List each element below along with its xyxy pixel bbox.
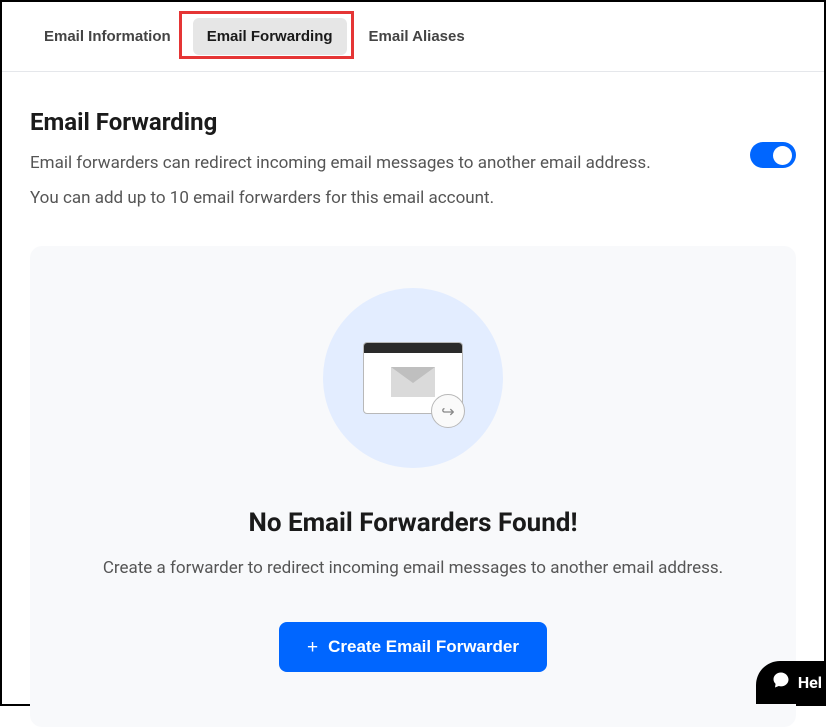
page-title: Email Forwarding [30,108,750,136]
content-area: Email Forwarding Email forwarders can re… [2,72,824,727]
create-forwarder-button[interactable]: + Create Email Forwarder [279,622,547,672]
tabs-container: Email Information Email Forwarding Email… [2,2,824,72]
header-text: Email Forwarding Email forwarders can re… [30,108,750,220]
empty-state-card: ↪ No Email Forwarders Found! Create a fo… [30,246,796,727]
tab-email-information[interactable]: Email Information [30,18,185,55]
help-label: Hel [798,673,822,692]
empty-state-title: No Email Forwarders Found! [66,508,760,538]
create-button-label: Create Email Forwarder [328,637,519,657]
help-widget[interactable]: Hel [756,661,824,704]
toggle-knob [773,146,792,165]
tab-email-aliases[interactable]: Email Aliases [355,18,479,55]
empty-state-description: Create a forwarder to redirect incoming … [66,558,760,578]
envelope-icon [391,367,435,397]
forwarding-toggle[interactable] [750,142,796,168]
empty-state-illustration: ↪ [323,288,503,468]
description-line-2: You can add up to 10 email forwarders fo… [30,185,750,212]
header-row: Email Forwarding Email forwarders can re… [30,108,796,220]
forward-arrow-icon: ↪ [441,402,454,421]
description-line-1: Email forwarders can redirect incoming e… [30,150,750,177]
tab-email-forwarding[interactable]: Email Forwarding [193,18,347,55]
envelope-flap [391,367,435,383]
forward-badge: ↪ [431,394,465,428]
window-bar [364,343,462,353]
plus-icon: + [307,638,318,657]
chat-icon [772,671,790,694]
